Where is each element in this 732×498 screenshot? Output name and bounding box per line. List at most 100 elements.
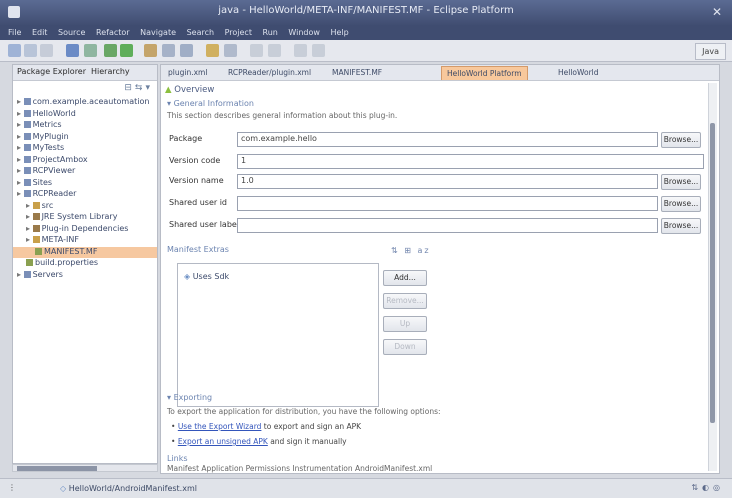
- tree-item[interactable]: ▸ HelloWorld: [13, 109, 157, 121]
- remove-button[interactable]: Remove...: [383, 293, 427, 309]
- sort-icon[interactable]: ⇅: [391, 246, 400, 255]
- run-icon[interactable]: [120, 44, 133, 57]
- menu-bar: File Edit Source Refactor Navigate Searc…: [0, 26, 732, 40]
- window-title: java - HelloWorld/META-INF/MANIFEST.MF -…: [218, 5, 514, 16]
- tree-item[interactable]: ▸ src: [13, 201, 157, 213]
- shared-user-id-label: Shared user id: [169, 198, 227, 207]
- menu-window[interactable]: Window: [288, 28, 320, 37]
- tree-item-label: Plug-in Dependencies: [41, 223, 129, 233]
- filter-icon[interactable]: ⊞: [404, 246, 413, 255]
- sync-icon[interactable]: ⇅: [691, 483, 702, 492]
- add-button[interactable]: Add...: [383, 270, 427, 286]
- editor-vertical-scrollbar[interactable]: [708, 83, 717, 471]
- window-titlebar: java - HelloWorld/META-INF/MANIFEST.MF -…: [0, 0, 732, 26]
- new-icon[interactable]: [8, 44, 21, 57]
- down-button[interactable]: Down: [383, 339, 427, 355]
- tree-item[interactable]: ▸ MyPlugin: [13, 132, 157, 144]
- scroll-thumb[interactable]: [710, 123, 715, 423]
- menu-search[interactable]: Search: [187, 28, 214, 37]
- back-icon[interactable]: [294, 44, 307, 57]
- sdk-manager-icon[interactable]: [66, 44, 79, 57]
- menu-run[interactable]: Run: [263, 28, 278, 37]
- folder-icon: [23, 178, 31, 186]
- tree-item[interactable]: ▸ Plug-in Dependencies: [13, 224, 157, 236]
- tab-package-explorer[interactable]: Package Explorer: [17, 67, 86, 76]
- tree-item[interactable]: ▸ JRE System Library: [13, 212, 157, 224]
- editor-tab[interactable]: MANIFEST.MF: [327, 66, 387, 79]
- view-menu-icon[interactable]: ▾: [145, 83, 153, 93]
- tree-item[interactable]: ▸ RCPViewer: [13, 166, 157, 178]
- horizontal-scrollbar[interactable]: [12, 464, 158, 472]
- link-editor-icon[interactable]: ⇆: [135, 83, 146, 93]
- export-option-wizard: • Use the Export Wizard to export and si…: [171, 422, 361, 431]
- general-section-title[interactable]: ▾ General Information: [167, 99, 254, 108]
- manifest-extras-list[interactable]: ◈ Uses Sdk: [177, 263, 379, 407]
- bullet: •: [171, 437, 178, 446]
- tree-item[interactable]: ▸ MyTests: [13, 143, 157, 155]
- task-icon[interactable]: ◐: [702, 483, 713, 492]
- tree-item[interactable]: MANIFEST.MF: [13, 246, 157, 258]
- export-wizard-link[interactable]: Use the Export Wizard: [178, 422, 262, 431]
- editor-tab-active[interactable]: HelloWorld Platform: [441, 66, 528, 80]
- shared-user-id-browse-button[interactable]: Browse...: [661, 196, 701, 212]
- tab-hierarchy[interactable]: Hierarchy: [91, 67, 130, 76]
- tree-item[interactable]: ▸ Sites: [13, 178, 157, 190]
- tree-item-label: com.example.aceautomation: [32, 97, 150, 106]
- shared-user-id-field[interactable]: [237, 196, 658, 211]
- next-annotation-icon[interactable]: [250, 44, 263, 57]
- debug-icon[interactable]: [104, 44, 117, 57]
- az-sort-icon[interactable]: az: [418, 246, 431, 255]
- version-name-field[interactable]: 1.0: [237, 174, 658, 189]
- menu-navigate[interactable]: Navigate: [140, 28, 176, 37]
- scroll-thumb[interactable]: [17, 466, 97, 471]
- collapse-all-icon[interactable]: ⊟: [124, 83, 135, 93]
- folder-icon: [23, 190, 31, 197]
- up-button[interactable]: Up: [383, 316, 427, 332]
- editor-tab[interactable]: RCPReader/plugin.xml: [223, 66, 316, 79]
- version-name-browse-button[interactable]: Browse...: [661, 174, 701, 190]
- version-code-field[interactable]: 1: [237, 154, 704, 169]
- save-icon[interactable]: [24, 44, 37, 57]
- list-item[interactable]: ◈ Uses Sdk: [184, 272, 229, 281]
- print-icon[interactable]: [40, 44, 53, 57]
- shared-user-label-browse-button[interactable]: Browse...: [661, 218, 701, 234]
- forward-icon[interactable]: [312, 44, 325, 57]
- menu-project[interactable]: Project: [225, 28, 252, 37]
- status-text-label: HelloWorld/AndroidManifest.xml: [68, 484, 197, 493]
- tree-item[interactable]: ▸ ProjectAmbox: [13, 155, 157, 167]
- new-class-icon[interactable]: [180, 44, 193, 57]
- folder-icon: [23, 109, 31, 117]
- folder-icon: [26, 259, 33, 266]
- editor-tab[interactable]: plugin.xml: [163, 66, 212, 79]
- package-field[interactable]: com.example.hello: [237, 132, 658, 147]
- progress-icon[interactable]: ◎: [713, 483, 724, 492]
- export-option-unsigned: • Export an unsigned APK and sign it man…: [171, 437, 347, 446]
- android-icon: ▲: [165, 85, 172, 95]
- java-perspective-button[interactable]: Java: [695, 43, 726, 60]
- menu-file[interactable]: File: [8, 28, 21, 37]
- editor-tab[interactable]: HelloWorld: [553, 66, 604, 79]
- editor-page-tabs[interactable]: Manifest Application Permissions Instrum…: [167, 464, 432, 473]
- tree-item[interactable]: ▸ META-INF: [13, 235, 157, 247]
- menu-source[interactable]: Source: [58, 28, 85, 37]
- tree-item[interactable]: ▸ Servers: [13, 270, 157, 282]
- tree-item[interactable]: ▸ com.example.aceautomation: [13, 97, 157, 109]
- build-icon[interactable]: [144, 44, 157, 57]
- menu-help[interactable]: Help: [331, 28, 349, 37]
- avd-manager-icon[interactable]: [84, 44, 97, 57]
- open-type-icon[interactable]: [206, 44, 219, 57]
- folder-icon: [23, 167, 31, 174]
- package-browse-button[interactable]: Browse...: [661, 132, 701, 148]
- export-unsigned-link[interactable]: Export an unsigned APK: [178, 437, 268, 446]
- tree-item[interactable]: ▸ RCPReader: [13, 189, 157, 201]
- tree-item[interactable]: ▸ Metrics: [13, 120, 157, 132]
- shared-user-label-field[interactable]: [237, 218, 658, 233]
- close-icon[interactable]: ✕: [708, 3, 726, 21]
- new-package-icon[interactable]: [162, 44, 175, 57]
- tree-item[interactable]: build.properties: [13, 258, 157, 270]
- exporting-title[interactable]: ▾ Exporting: [167, 393, 212, 402]
- search-icon[interactable]: [224, 44, 237, 57]
- menu-edit[interactable]: Edit: [32, 28, 48, 37]
- prev-annotation-icon[interactable]: [268, 44, 281, 57]
- menu-refactor[interactable]: Refactor: [96, 28, 130, 37]
